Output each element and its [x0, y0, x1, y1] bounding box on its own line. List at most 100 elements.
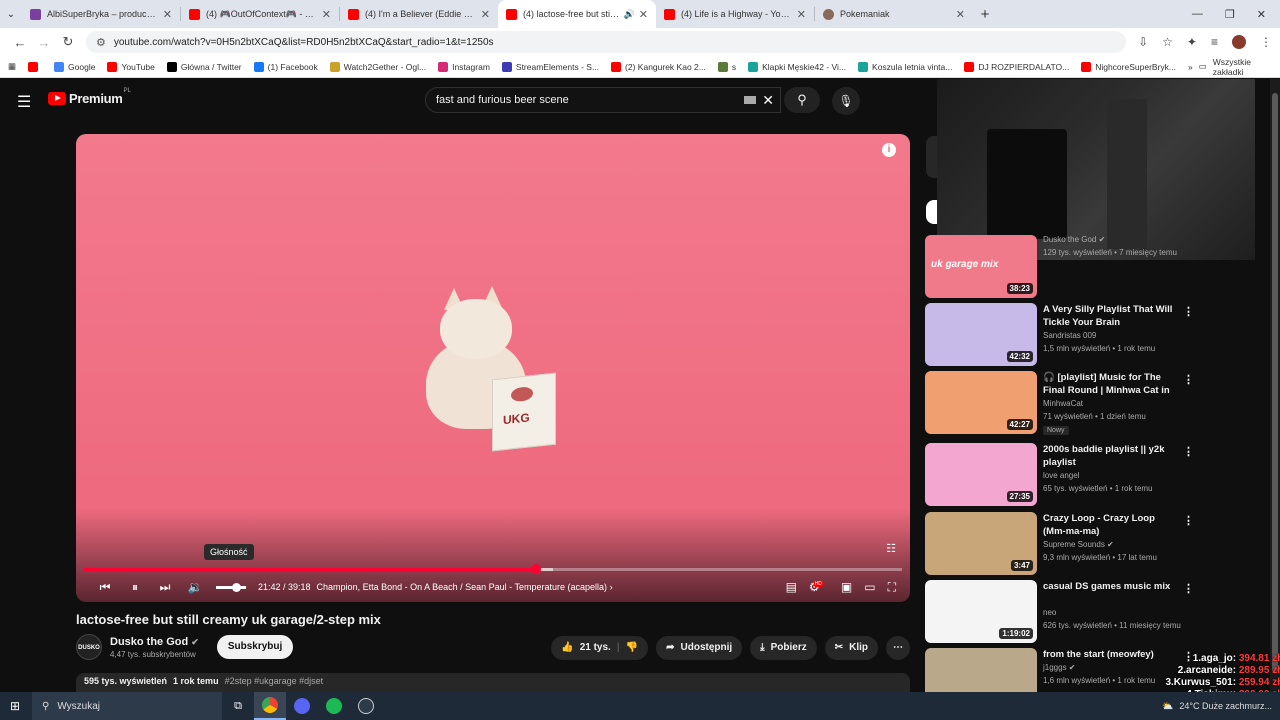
miniplayer-icon[interactable]: ▣	[841, 580, 852, 595]
browser-tab-active[interactable]: (4) lactose-free but still crea🔊✕	[498, 0, 656, 28]
video-thumbnail[interactable]: 27:35	[925, 443, 1037, 506]
theater-mode-icon[interactable]: ▭	[864, 580, 875, 595]
subscribe-button[interactable]: Subskrybuj	[216, 635, 294, 659]
video-thumbnail[interactable]: uk garage mix 38:23	[925, 235, 1037, 298]
more-options-icon[interactable]: ⋮	[1183, 305, 1194, 318]
audio-playing-icon[interactable]: 🔊	[624, 9, 635, 20]
profile-avatar[interactable]	[1232, 35, 1246, 49]
bookmark-item[interactable]: NighcoreSuperBryk...	[1081, 61, 1176, 72]
bookmark-item[interactable]: Google	[54, 61, 95, 72]
weather-text[interactable]: 24°C Duże zachmurz...	[1179, 701, 1272, 711]
browser-tab[interactable]: (4) 🎮OutOfContext🎮 - YouTu ✕	[181, 0, 339, 28]
more-bookmarks-icon[interactable]: »	[1188, 62, 1193, 72]
close-tab-icon[interactable]: ✕	[163, 8, 172, 21]
video-title[interactable]: 🎧 [playlist] Music for The Final Round |…	[1043, 371, 1173, 397]
channel-name[interactable]: j1gggs ✔	[1043, 663, 1076, 672]
clip-button[interactable]: ✂ Klip	[824, 636, 878, 660]
channel-name[interactable]: neo	[1043, 608, 1056, 617]
volume-slider[interactable]	[216, 582, 246, 592]
close-tab-icon[interactable]: ✕	[639, 8, 648, 21]
like-button[interactable]: 👍 21 tys. | 👎	[551, 636, 649, 660]
channel-name[interactable]: love angel	[1043, 471, 1079, 480]
new-tab-button[interactable]: +	[973, 6, 997, 23]
url-field[interactable]: ⚙ youtube.com/watch?v=0H5n2btXCaQ&list=R…	[86, 31, 1127, 53]
description-box[interactable]: 595 tys. wyświetleń 1 rok temu #2step #ukg…	[76, 673, 910, 692]
bookmark-item[interactable]: Watch2Gether - Ogl...	[329, 61, 426, 72]
video-thumbnail[interactable]: 1:19:02	[925, 580, 1037, 643]
back-icon[interactable]: ←	[8, 35, 32, 50]
channel-avatar[interactable]: DUSKO	[76, 634, 102, 660]
video-title[interactable]: casual DS games music mix	[1043, 580, 1173, 593]
install-app-icon[interactable]: ⇩	[1138, 35, 1148, 49]
youtube-logo[interactable]: Premium PL	[48, 88, 131, 106]
download-button[interactable]: ⤓ Pobierz	[750, 636, 817, 660]
discord-taskbar-icon[interactable]	[286, 692, 318, 720]
task-view-icon[interactable]: ⧉	[222, 692, 254, 720]
previous-icon[interactable]: ⏮	[90, 580, 120, 595]
browser-tab[interactable]: (4) Life is a Highway - YouTube✕	[656, 0, 814, 28]
recommended-video[interactable]: 3:47 Crazy Loop - Crazy Loop (Mm-ma-ma) Su…	[925, 512, 1265, 576]
volume-icon[interactable]: 🔉	[180, 580, 210, 594]
search-button[interactable]: ⚲	[784, 87, 820, 113]
close-tab-icon[interactable]: ✕	[797, 8, 806, 21]
recommended-video[interactable]: 42:32 A Very Silly Playlist That Will Tic…	[925, 303, 1265, 367]
voice-search-button[interactable]: 🎙	[832, 87, 860, 115]
video-thumbnail[interactable]: 42:27	[925, 371, 1037, 434]
extensions-icon[interactable]: ✦	[1187, 35, 1197, 49]
next-icon[interactable]: ⏭	[150, 580, 180, 595]
recommended-video[interactable]: 1:19:02 casual DS games music mix neo 626 t…	[925, 580, 1265, 644]
media-controls-icon[interactable]: ≡	[1211, 35, 1218, 49]
subtitles-icon[interactable]: ▤	[786, 580, 797, 595]
keyboard-icon[interactable]	[744, 96, 757, 104]
restore-icon[interactable]: ❐	[1225, 8, 1235, 21]
tab-search-icon[interactable]: ⌄	[0, 9, 22, 20]
more-options-icon[interactable]: ⋮	[1183, 514, 1194, 527]
close-tab-icon[interactable]: ✕	[481, 8, 490, 21]
video-thumbnail[interactable]: 42:32	[925, 303, 1037, 366]
info-icon[interactable]: i	[882, 143, 896, 157]
search-input[interactable]: fast and furious beer scene ✕	[425, 87, 781, 113]
more-options-icon[interactable]: ⋮	[1183, 373, 1194, 386]
taskbar-search[interactable]: ⚲ Wyszukaj	[32, 692, 222, 720]
bookmark-item[interactable]: Klapki Męskie42 - Vi...	[748, 61, 846, 72]
recommended-video[interactable]: 27:35 2000s baddie playlist || y2k playli…	[925, 443, 1265, 507]
close-tab-icon[interactable]: ✕	[322, 8, 331, 21]
browser-tab[interactable]: (4) I'm a Believer (Eddie Murph✕	[340, 0, 498, 28]
bookmark-item[interactable]: Główna / Twitter	[166, 61, 242, 72]
channel-name[interactable]: Sandristas 009	[1043, 331, 1096, 340]
video-thumbnail[interactable]: 3:47	[925, 512, 1037, 575]
all-bookmarks-label[interactable]: Wszystkie zakładki	[1213, 57, 1272, 77]
channel-name[interactable]: Dusko the God ✔	[110, 636, 199, 648]
chapter-title[interactable]: Champion, Etta Bond - On A Beach / Sean …	[317, 582, 613, 592]
thumbs-down-icon[interactable]: 👎	[626, 636, 638, 660]
browser-tab[interactable]: Pokemaniak ✕	[815, 0, 973, 28]
video-settings-toggle-icon[interactable]: ☷	[886, 542, 896, 555]
video-player[interactable]: i UKG ☷ Głośność ⏮ ⏸ ⏭ 🔉 21:42 / 39:18 C…	[76, 134, 910, 602]
video-title[interactable]: A Very Silly Playlist That Will Tickle Y…	[1043, 303, 1173, 329]
bookmark-item[interactable]: Koszula letnia vinta...	[858, 61, 952, 72]
channel-name[interactable]: Dusko the God ✔	[1043, 235, 1105, 244]
bookmark-item[interactable]: StreamElements - S...	[501, 61, 599, 72]
recommended-video[interactable]: 42:27 🎧 [playlist] Music for The Final Ro…	[925, 371, 1265, 435]
close-tab-icon[interactable]: ✕	[956, 8, 965, 21]
share-button[interactable]: ➦ Udostępnij	[656, 636, 743, 660]
settings-gear-icon[interactable]: ⚙HD	[809, 580, 829, 595]
channel-name[interactable]: Supreme Sounds ✔	[1043, 540, 1114, 549]
video-title[interactable]: 2000s baddie playlist || y2k playlist	[1043, 443, 1173, 469]
bookmark-item[interactable]: DJ ROZPIERDALATO...	[964, 61, 1069, 72]
more-options-icon[interactable]: ⋮	[1183, 582, 1194, 595]
chrome-taskbar-icon[interactable]	[254, 692, 286, 720]
clear-search-icon[interactable]: ✕	[762, 92, 774, 109]
forward-icon[interactable]: →	[32, 35, 56, 50]
more-actions-button[interactable]: ⋯	[886, 636, 910, 660]
pause-icon[interactable]: ⏸	[120, 580, 150, 595]
scrubber-handle[interactable]	[531, 564, 542, 574]
close-window-icon[interactable]: ✕	[1257, 8, 1266, 21]
site-info-icon[interactable]: ⚙	[96, 36, 106, 49]
bookmark-item[interactable]: (1) Facebook	[253, 61, 318, 72]
progress-bar[interactable]	[84, 564, 902, 574]
more-options-icon[interactable]: ⋮	[1183, 445, 1194, 458]
bookmark-item[interactable]: s	[717, 61, 736, 72]
minimize-icon[interactable]: —	[1192, 8, 1203, 21]
scrollbar-thumb[interactable]	[1272, 93, 1278, 673]
